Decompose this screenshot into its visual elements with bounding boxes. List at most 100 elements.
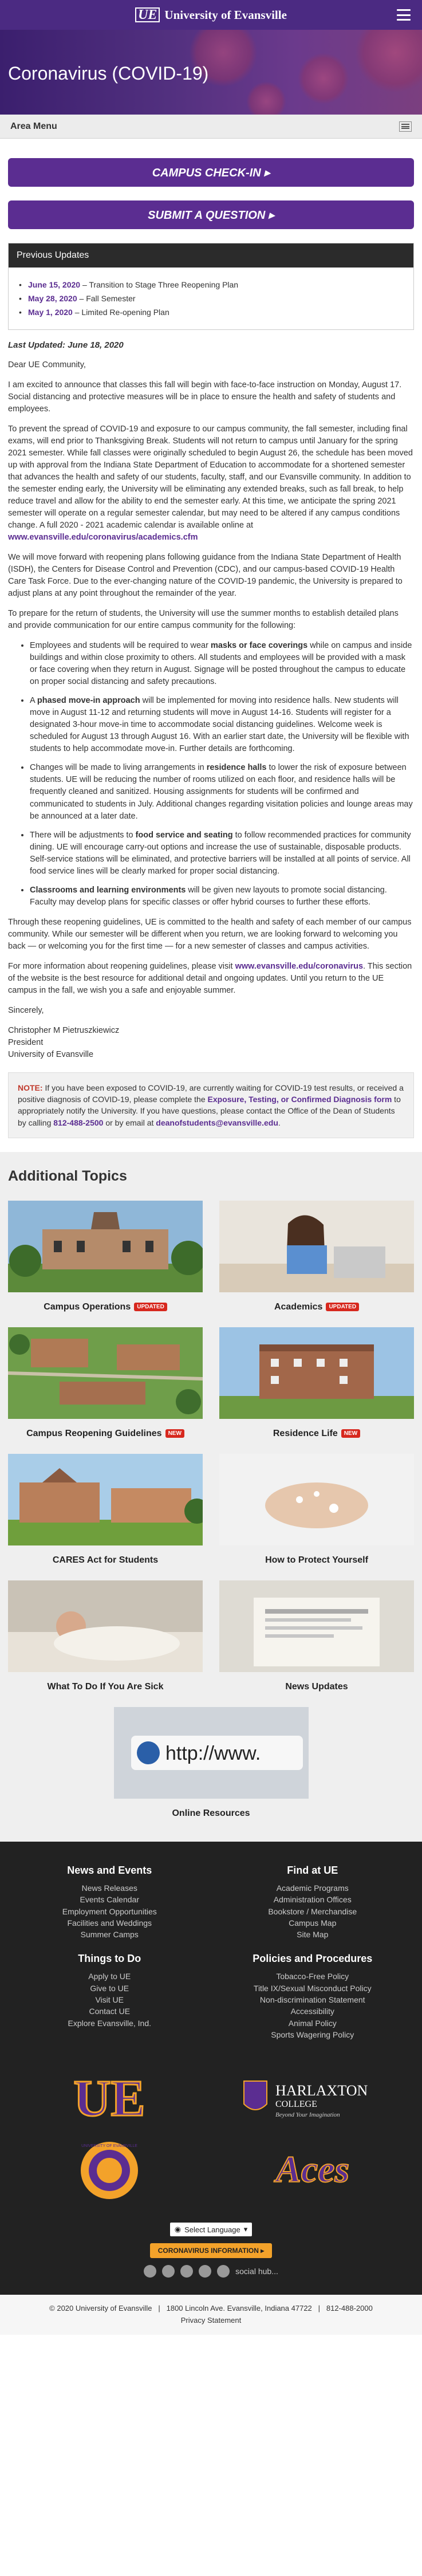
footer-link[interactable]: Contact UE xyxy=(12,2005,207,2017)
exposure-form-link[interactable]: Exposure, Testing, or Confirmed Diagnosi… xyxy=(208,1095,392,1104)
dean-email-link[interactable]: deanofstudents@evansville.edu xyxy=(156,1118,278,1127)
footer-link[interactable]: Campus Map xyxy=(215,1917,410,1929)
bottom-bar: © 2020 University of Evansville | 1800 L… xyxy=(0,2295,422,2335)
topics-heading: Additional Topics xyxy=(8,1167,127,1184)
topic-campus-operations[interactable]: Campus Operations UPDATED xyxy=(8,1200,206,1312)
ue-monogram: UE xyxy=(135,7,160,22)
footer-col-things: Things to Do Apply to UE Give to UE Visit … xyxy=(12,1953,207,2040)
footer-link[interactable]: Tobacco-Free Policy xyxy=(215,1971,410,1982)
updated-badge: UPDATED xyxy=(326,1303,360,1312)
paragraph-text: To prevent the spread of COVID-19 and ex… xyxy=(8,424,413,530)
update-link[interactable]: June 15, 2020 xyxy=(28,280,80,289)
footer-link[interactable]: Animal Policy xyxy=(215,2017,410,2029)
topic-label: What To Do If You Are Sick xyxy=(47,1681,164,1692)
topic-if-sick[interactable]: What To Do If You Are Sick xyxy=(8,1580,203,1692)
signer-title: President xyxy=(8,1037,44,1047)
footer-link[interactable]: Administration Offices xyxy=(215,1894,410,1905)
footer-link[interactable]: Give to UE xyxy=(12,1983,207,1994)
campus-buildings-image xyxy=(8,1453,210,1545)
topic-cares-act[interactable]: CARES Act for Students xyxy=(8,1453,210,1566)
footer-heading: Policies and Procedures xyxy=(253,1953,373,1965)
footer-link[interactable]: Site Map xyxy=(215,1929,410,1940)
top-bar: UE University of Evansville xyxy=(0,0,422,30)
svg-text:Aces: Aces xyxy=(274,2149,349,2190)
paragraph: For more information about reopening gui… xyxy=(8,961,412,995)
topic-residence-life[interactable]: Residence Life NEW xyxy=(219,1327,414,1439)
campus-aerial-image xyxy=(7,1327,203,1419)
facebook-icon[interactable] xyxy=(144,2265,157,2278)
footer-link[interactable]: Title IX/Sexual Misconduct Policy xyxy=(215,1983,410,1994)
footer-link[interactable]: Facilities and Weddings xyxy=(12,1917,207,1929)
footer-col-find: Find at UE Academic Programs Administrati… xyxy=(215,1865,410,1940)
browser-url-image: http://www. xyxy=(113,1706,309,1799)
phone-link[interactable]: 812-488-2000 xyxy=(326,2304,373,2312)
dean-phone-link[interactable]: 812-488-2500 xyxy=(53,1118,103,1127)
area-menu-icon[interactable] xyxy=(399,121,412,132)
globe-icon: ◉ xyxy=(174,2225,182,2234)
update-link[interactable]: May 1, 2020 xyxy=(28,308,73,317)
university-logo[interactable]: UE University of Evansville xyxy=(135,7,287,22)
footer-link[interactable]: Non-discrimination Statement xyxy=(215,1994,410,2005)
area-menu-label: Area Menu xyxy=(10,121,57,131)
update-link[interactable]: May 28, 2020 xyxy=(28,294,77,303)
language-label: Select Language xyxy=(184,2225,240,2234)
ue-logo[interactable]: UE xyxy=(23,2067,195,2130)
coronavirus-link[interactable]: www.evansville.edu/coronavirus xyxy=(235,962,364,971)
twitter-icon[interactable] xyxy=(162,2265,175,2278)
university-seal[interactable]: UNIVERSITY OF EVANSVILLE xyxy=(23,2139,195,2202)
sick-person-image xyxy=(8,1580,203,1672)
footer-link[interactable]: Academic Programs xyxy=(215,1882,410,1894)
aces-logo[interactable]: Aces xyxy=(227,2139,399,2202)
footer-link[interactable]: Summer Camps xyxy=(12,1929,207,1940)
svg-text:UNIVERSITY OF EVANSVILLE: UNIVERSITY OF EVANSVILLE xyxy=(81,2144,137,2148)
social-links: social hub... xyxy=(144,2265,278,2278)
new-badge: NEW xyxy=(341,1429,361,1438)
footer-link[interactable]: Visit UE xyxy=(12,1994,207,2005)
topic-protect-yourself[interactable]: How to Protect Yourself xyxy=(219,1453,414,1566)
hero-banner: Coronavirus (COVID-19) xyxy=(0,30,422,115)
harlaxton-logo[interactable]: HARLAXTON COLLEGE Beyond Your Imaginatio… xyxy=(227,2067,399,2130)
language-select[interactable]: ◉ Select Language ▾ xyxy=(169,2223,253,2237)
main-menu-icon[interactable] xyxy=(397,9,411,21)
topic-label: CARES Act for Students xyxy=(52,1555,159,1565)
svg-text:HARLAXTON: HARLAXTON xyxy=(275,2082,368,2099)
youtube-icon[interactable] xyxy=(199,2265,212,2278)
page-title: Coronavirus (COVID-19) xyxy=(8,63,209,84)
privacy-link[interactable]: Privacy Statement xyxy=(181,2316,242,2325)
topic-academics[interactable]: Academics UPDATED xyxy=(219,1200,414,1312)
academics-link[interactable]: www.evansville.edu/coronavirus/academics… xyxy=(8,533,198,542)
list-item: There will be adjustments to food servic… xyxy=(30,829,414,878)
topic-online-resources[interactable]: http://www. Online Resources xyxy=(113,1706,309,1819)
coronavirus-info-button[interactable]: CORONAVIRUS INFORMATION ▸ xyxy=(149,2243,273,2259)
campus-checkin-button[interactable]: CAMPUS CHECK-IN ▸ xyxy=(8,158,414,187)
signer-org: University of Evansville xyxy=(8,1049,94,1059)
footer-link[interactable]: Events Calendar xyxy=(12,1894,207,1905)
footer-link[interactable]: Accessibility xyxy=(215,2005,410,2017)
svg-text:Beyond Your Imagination: Beyond Your Imagination xyxy=(275,2111,340,2118)
area-menu-bar[interactable]: Area Menu xyxy=(0,115,422,139)
list-item: Changes will be made to living arrangeme… xyxy=(30,762,414,822)
footer-heading: News and Events xyxy=(67,1864,152,1876)
footer-link[interactable]: Bookstore / Merchandise xyxy=(215,1906,410,1917)
footer-link[interactable]: Apply to UE xyxy=(12,1971,207,1982)
topic-news-updates[interactable]: News Updates xyxy=(219,1580,414,1692)
submit-question-button[interactable]: SUBMIT A QUESTION ▸ xyxy=(8,200,414,229)
topic-label: Residence Life xyxy=(273,1428,338,1438)
update-text: – Transition to Stage Three Reopening Pl… xyxy=(80,280,239,289)
update-item[interactable]: June 15, 2020 – Transition to Stage Thre… xyxy=(19,280,394,289)
footer-link[interactable]: News Releases xyxy=(12,1882,207,1894)
instagram-icon[interactable] xyxy=(180,2265,194,2278)
topic-label: Campus Reopening Guidelines xyxy=(26,1428,162,1438)
linkedin-icon[interactable] xyxy=(217,2265,230,2278)
update-item[interactable]: May 28, 2020 – Fall Semester xyxy=(19,294,394,303)
update-item[interactable]: May 1, 2020 – Limited Re-opening Plan xyxy=(19,308,394,317)
residence-hall-image xyxy=(219,1327,414,1419)
new-badge: NEW xyxy=(165,1429,184,1438)
footer-link[interactable]: Employment Opportunities xyxy=(12,1906,207,1917)
additional-topics: Additional Topics Campus Operations UPDAT… xyxy=(0,1151,422,1842)
topic-reopening-guidelines[interactable]: Campus Reopening Guidelines NEW xyxy=(7,1327,203,1439)
site-footer: News and Events News Releases Events Cale… xyxy=(0,1841,422,2295)
footer-link[interactable]: Sports Wagering Policy xyxy=(215,2029,410,2040)
social-hub-link[interactable]: social hub... xyxy=(235,2267,278,2276)
footer-link[interactable]: Explore Evansville, Ind. xyxy=(12,2017,207,2029)
